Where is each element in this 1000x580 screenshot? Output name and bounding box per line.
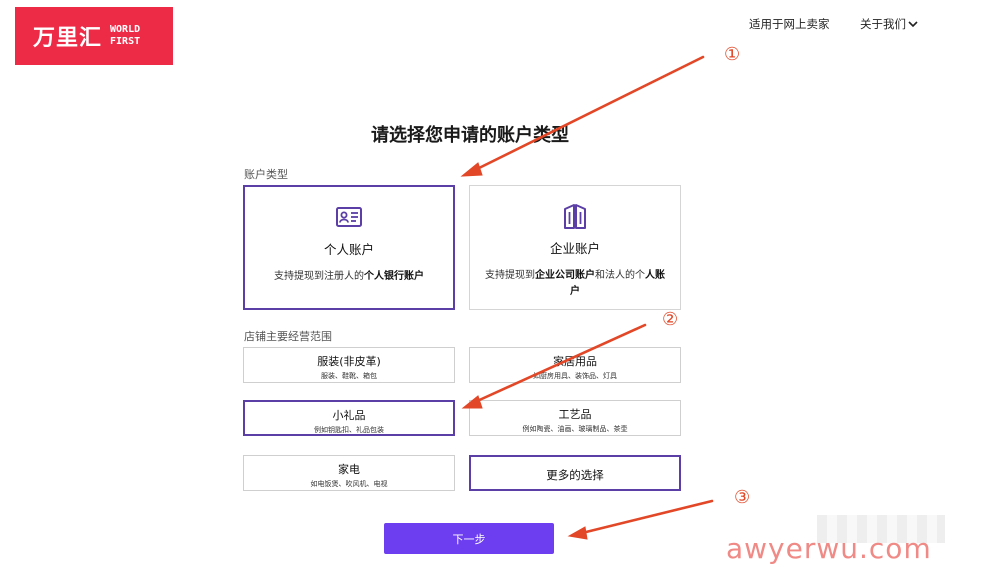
arrow-2-head: [461, 395, 483, 409]
arrow-3: [580, 499, 714, 535]
arrow-2: [473, 323, 647, 404]
step-2-marker: ②: [662, 309, 679, 330]
watermark-text: awyerwu.com: [726, 532, 932, 565]
arrow-3-head: [567, 526, 588, 540]
step-3-marker: ③: [734, 487, 751, 508]
arrow-1-head: [460, 162, 483, 177]
arrow-1: [473, 55, 705, 172]
step-1-marker: ①: [724, 44, 741, 65]
annotation-arrows: [460, 55, 714, 540]
